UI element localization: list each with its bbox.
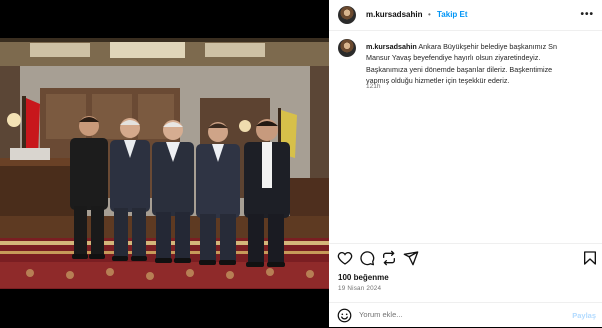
repost-icon[interactable] — [381, 250, 397, 266]
post-comment-button[interactable]: Paylaş — [572, 311, 596, 320]
post-header: m.kursadsahin • Takip Et ••• — [329, 0, 602, 31]
post-caption: m.kursadsahin Ankara Büyükşehir belediye… — [366, 41, 596, 86]
share-icon[interactable] — [403, 250, 419, 266]
username-link[interactable]: m.kursadsahin — [366, 10, 422, 19]
photo-pane — [0, 0, 329, 327]
post-details-pane: m.kursadsahin • Takip Et ••• m.kursadsah… — [329, 0, 602, 327]
photo-group-image — [0, 38, 329, 289]
caption-age: 121h — [366, 83, 381, 90]
comment-row: Paylaş — [329, 302, 602, 328]
follow-button[interactable]: Takip Et — [437, 10, 468, 19]
action-bar — [329, 243, 602, 272]
comment-icon[interactable] — [359, 250, 375, 266]
post-photo[interactable] — [0, 38, 329, 289]
caption-avatar[interactable] — [338, 39, 356, 57]
avatar[interactable] — [338, 6, 356, 24]
comment-input[interactable] — [359, 310, 549, 319]
more-options-icon[interactable]: ••• — [580, 9, 594, 20]
emoji-icon[interactable] — [337, 308, 352, 323]
caption-username[interactable]: m.kursadsahin — [366, 42, 417, 51]
separator-dot: • — [428, 10, 431, 19]
bookmark-icon[interactable] — [582, 250, 598, 266]
heart-icon[interactable] — [337, 250, 353, 266]
likes-count[interactable]: 100 beğenme — [338, 273, 389, 282]
post-date: 19 Nisan 2024 — [338, 285, 382, 292]
